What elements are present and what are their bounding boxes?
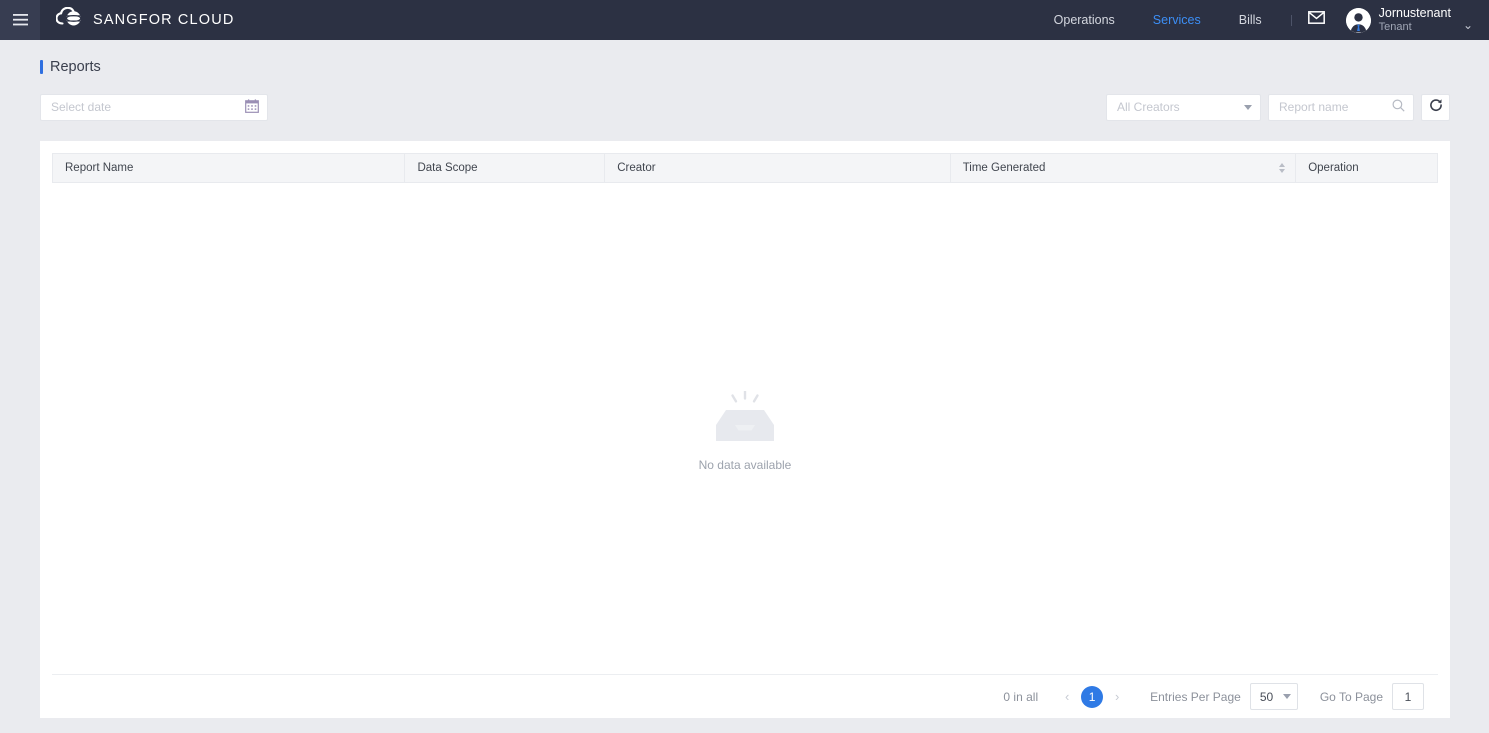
chevron-down-icon <box>1244 104 1252 110</box>
chevron-down-icon: ⌄ <box>1462 17 1473 32</box>
date-picker-input[interactable]: Select date <box>40 93 268 121</box>
nav-divider <box>1290 14 1292 26</box>
menu-toggle-button[interactable] <box>0 0 40 40</box>
refresh-button[interactable] <box>1421 93 1450 121</box>
total-count-label: 0 in all <box>1003 689 1039 704</box>
page-body: Reports Select date All Creators Report … <box>0 40 1489 733</box>
top-nav-links: Operations Services Bills Jornustenant T… <box>1035 0 1489 40</box>
chevron-down-icon <box>1282 694 1291 699</box>
column-header-report-name[interactable]: Report Name <box>53 154 406 182</box>
go-to-page-label: Go To Page <box>1319 689 1383 704</box>
empty-state-text: No data available <box>698 457 792 472</box>
toolbar-right-group: All Creators Report name <box>1106 93 1450 121</box>
avatar <box>1345 7 1371 33</box>
column-header-operation[interactable]: Operation <box>1296 154 1437 182</box>
column-header-creator[interactable]: Creator <box>605 154 951 182</box>
brand-logo[interactable]: SANGFOR CLOUD <box>55 6 235 33</box>
top-navigation-bar: SANGFOR CLOUD Operations Services Bills <box>0 0 1489 40</box>
next-page-button[interactable]: › <box>1106 686 1128 708</box>
entries-per-page-label: Entries Per Page <box>1150 689 1241 704</box>
column-label: Data Scope <box>417 162 478 174</box>
user-name: Jornustenant <box>1378 6 1451 21</box>
page-title: Reports <box>50 59 101 75</box>
table-header-row: Report Name Data Scope Creator Time Gene… <box>52 153 1438 183</box>
column-label: Creator <box>617 162 656 174</box>
entries-per-page-value: 50 <box>1259 689 1274 704</box>
empty-box-icon <box>712 389 778 448</box>
title-accent-bar <box>40 60 43 74</box>
user-account-menu[interactable]: Jornustenant Tenant ⌄ <box>1345 6 1475 34</box>
column-label: Time Generated <box>962 162 1046 174</box>
filter-toolbar: Select date All Creators Report name <box>0 90 1489 124</box>
envelope-icon <box>1308 11 1326 29</box>
column-label: Operation <box>1308 162 1359 174</box>
brand-name: SANGFOR CLOUD <box>93 12 235 28</box>
column-header-data-scope[interactable]: Data Scope <box>405 154 606 182</box>
refresh-icon <box>1429 98 1443 117</box>
creator-filter-value: All Creators <box>1117 100 1180 114</box>
column-label: Report Name <box>65 162 134 174</box>
creator-filter-select[interactable]: All Creators <box>1106 93 1261 121</box>
sort-toggle-icon[interactable] <box>1279 163 1286 173</box>
nav-item-bills[interactable]: Bills <box>1220 0 1281 40</box>
page-header: Reports <box>0 40 1489 75</box>
calendar-icon <box>245 98 259 116</box>
nav-item-services[interactable]: Services <box>1134 0 1220 40</box>
cloud-globe-logo-icon <box>55 6 84 33</box>
pagination-bar: 0 in all ‹ 1 › Entries Per Page 50 Go To… <box>52 674 1438 718</box>
user-role: Tenant <box>1378 20 1412 33</box>
page-number-1[interactable]: 1 <box>1081 685 1104 708</box>
messages-button[interactable] <box>1304 7 1330 33</box>
nav-item-operations[interactable]: Operations <box>1035 0 1134 40</box>
reports-card: Report Name Data Scope Creator Time Gene… <box>40 141 1450 718</box>
column-header-time-generated[interactable]: Time Generated <box>951 154 1297 182</box>
search-icon <box>1392 99 1405 115</box>
user-info: Jornustenant Tenant <box>1379 6 1451 34</box>
prev-page-button[interactable]: ‹ <box>1056 686 1078 708</box>
empty-state: No data available <box>40 183 1450 679</box>
go-to-page-value: 1 <box>1404 689 1412 704</box>
report-name-search[interactable]: Report name <box>1268 93 1414 121</box>
hamburger-icon <box>12 14 28 26</box>
search-placeholder: Report name <box>1279 100 1349 114</box>
go-to-page-input[interactable]: 1 <box>1392 683 1424 710</box>
date-picker-placeholder: Select date <box>51 100 112 114</box>
entries-per-page-select[interactable]: 50 <box>1249 683 1298 710</box>
